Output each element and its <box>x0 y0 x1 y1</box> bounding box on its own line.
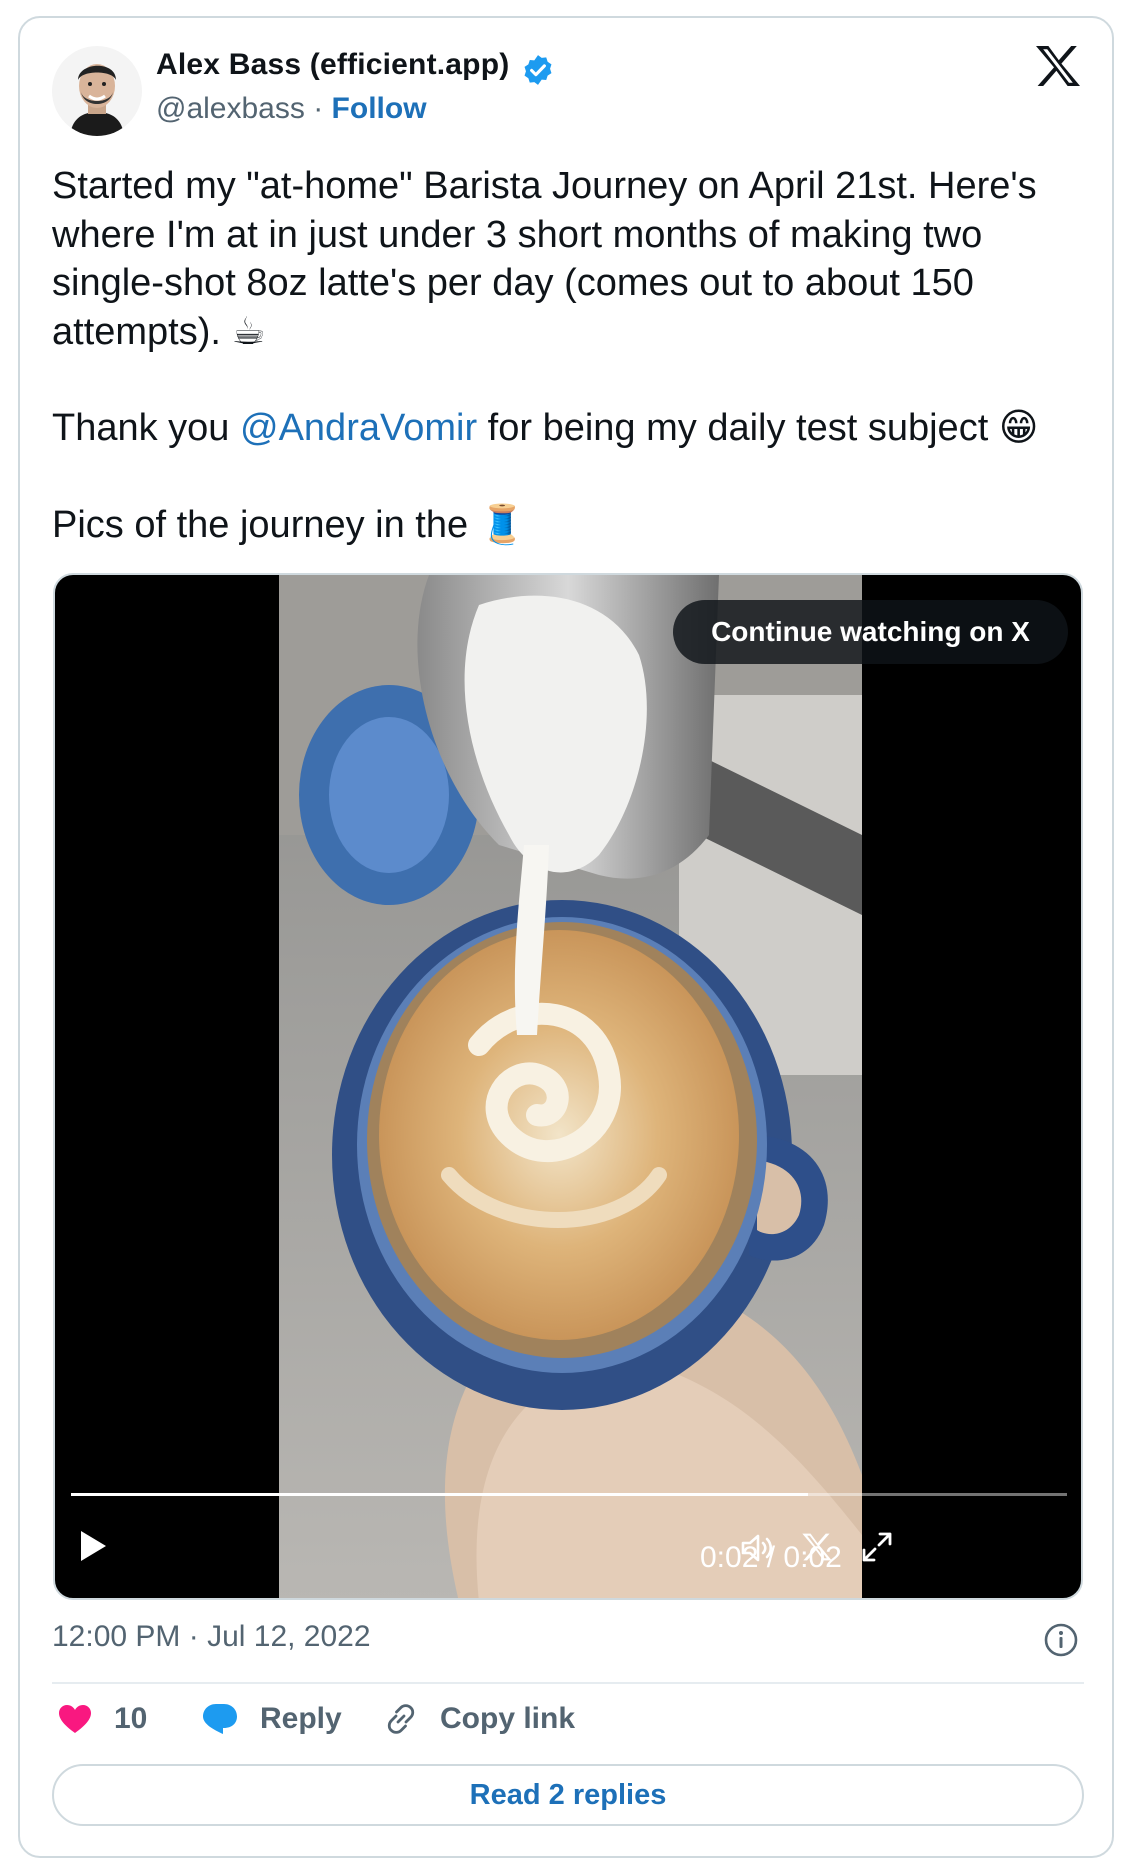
tweet-paragraph-1-text: Started my "at-home" Barista Journey on … <box>52 165 1037 353</box>
fullscreen-icon[interactable] <box>861 1531 893 1563</box>
author-handle-row: @alexbass · Follow <box>156 92 427 126</box>
verified-badge-icon <box>524 55 552 85</box>
x-logo-icon[interactable] <box>1034 44 1082 88</box>
volume-icon[interactable] <box>741 1533 775 1563</box>
mention-link[interactable]: @AndraVomir <box>240 407 477 449</box>
author-handle[interactable]: @alexbass <box>156 92 305 125</box>
copy-link-button[interactable]: Copy link <box>384 1702 575 1736</box>
info-icon[interactable] <box>1043 1622 1079 1658</box>
tweet-timestamp[interactable]: 12:00 PM · Jul 12, 2022 <box>52 1620 371 1654</box>
continue-watching-button[interactable]: Continue watching on X <box>673 600 1068 664</box>
copy-link-label: Copy link <box>440 1702 576 1735</box>
reply-label: Reply <box>260 1702 342 1735</box>
divider <box>52 1682 1084 1684</box>
follow-button[interactable]: Follow <box>332 92 427 125</box>
x-logo-icon[interactable] <box>801 1531 833 1563</box>
play-icon[interactable] <box>79 1530 107 1562</box>
heart-icon <box>59 1705 91 1733</box>
read-replies-button[interactable]: Read 2 replies <box>52 1764 1084 1826</box>
reply-bubble-icon <box>203 1704 237 1734</box>
tweet-paragraph-2: Thank you @AndraVomir for being my daily… <box>52 404 1092 453</box>
like-count: 10 <box>114 1702 148 1735</box>
link-icon <box>387 1704 415 1734</box>
author-name[interactable]: Alex Bass (efficient.app) <box>156 48 509 82</box>
avatar[interactable] <box>52 46 142 136</box>
tweet-paragraph-3: Pics of the journey in the 🧵 <box>52 501 1092 550</box>
tweet-paragraph-3-text: Pics of the journey in the <box>52 503 469 546</box>
tweet-p2-after: for being my daily test subject <box>477 407 989 449</box>
coffee-emoji: ☕ <box>231 310 266 353</box>
like-button[interactable]: 10 <box>58 1702 147 1736</box>
reply-button[interactable]: Reply <box>202 1702 342 1736</box>
thread-emoji: 🧵 <box>478 503 527 546</box>
tweet-paragraph-1: Started my "at-home" Barista Journey on … <box>52 162 1092 356</box>
progress-fill <box>71 1493 809 1496</box>
video-player[interactable]: Continue watching on X 0:02 / 0:02 <box>53 573 1083 1600</box>
grin-emoji: 😁 <box>998 407 1039 449</box>
progress-track[interactable] <box>71 1493 1067 1496</box>
handle-separator: · <box>313 92 324 125</box>
video-frame <box>279 575 862 1598</box>
tweet-p2-before: Thank you <box>52 407 240 449</box>
tweet-text: Started my "at-home" Barista Journey on … <box>52 162 1092 549</box>
